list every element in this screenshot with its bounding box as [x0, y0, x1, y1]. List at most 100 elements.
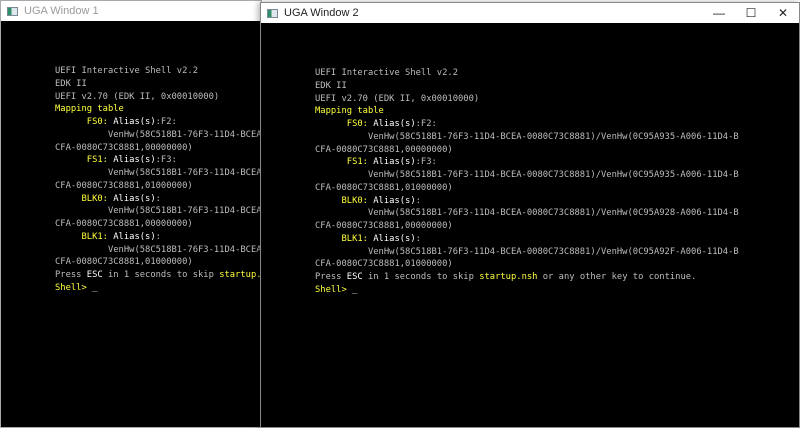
title-bar[interactable]: UGA Window 2 — ☐ ✕	[261, 3, 799, 23]
console-line: BLK0: Alias(s):	[55, 193, 261, 206]
console-line: UEFI Interactive Shell v2.2	[55, 65, 261, 78]
console-line: CFA-0080C73C8881,00000000)	[315, 220, 739, 233]
console-line: VenHw(58C518B1-76F3-11D4-BCEA-0080C73C88…	[55, 129, 261, 142]
console-text: :F2:	[155, 117, 177, 127]
close-button[interactable]: ✕	[767, 3, 799, 23]
console-text: EDK II	[55, 78, 87, 89]
console-text: BLK1:	[81, 231, 108, 242]
console-text: Alias(s)	[367, 233, 416, 244]
console-text: CFA-0080C73C8881,01000000)	[55, 257, 193, 268]
console-text: VenHw(58C518B1-76F3-11D4-BCEA-0080C73C88…	[315, 208, 739, 219]
console-text: Mapping table	[55, 104, 124, 115]
console-line: Press ESC in 1 seconds to skip startup.n…	[315, 271, 739, 284]
console-line: CFA-0080C73C8881,00000000)	[55, 218, 261, 231]
console-text: BLK0:	[341, 195, 368, 206]
shell-console[interactable]: UEFI Interactive Shell v2.2 EDK II UEFI v2…	[1, 22, 261, 427]
console-text: in 1 seconds to skip	[102, 270, 220, 280]
console-line: BLK1: Alias(s):	[315, 233, 739, 246]
console-text: :	[155, 231, 161, 242]
console-text: in 1 seconds to skip	[362, 272, 480, 282]
console-line: CFA-0080C73C8881,01000000)	[315, 182, 739, 195]
window-title: UGA Window 2	[284, 7, 359, 19]
app-icon	[7, 6, 18, 16]
title-bar[interactable]: UGA Window 1	[1, 1, 261, 21]
console-text: :	[415, 195, 421, 206]
console-text: VenHw(58C518B1-76F3-11D4-BCEA-0080C73C88…	[107, 168, 261, 178]
console-text: VenHw(58C518B1-76F3-11D4-BCEA-0080C73C88…	[315, 246, 739, 257]
console-text: Shell>	[315, 284, 353, 295]
console-text: BLK1:	[341, 233, 368, 244]
console-text: _	[352, 284, 358, 295]
maximize-button[interactable]: ☐	[735, 3, 767, 23]
console-text: _	[92, 282, 98, 293]
console-text: startup.nsh	[479, 272, 538, 282]
window-title: UGA Window 1	[24, 5, 99, 17]
uga-window-1[interactable]: UGA Window 1 UEFI Interactive Shell v2.2…	[0, 0, 262, 428]
console-line: UEFI v2.70 (EDK II, 0x00010000)	[315, 93, 739, 106]
console-text: CFA-0080C73C8881,00000000)	[315, 221, 453, 231]
console-text: EDK II	[315, 80, 347, 91]
console-text: Alias(s)	[367, 119, 416, 129]
console-text: ESC	[346, 272, 363, 282]
console-text: Alias(s)	[107, 193, 156, 204]
console-text: Alias(s)	[367, 195, 416, 206]
console-text: Shell>	[55, 282, 93, 293]
console-text: CFA-0080C73C8881,01000000)	[315, 182, 453, 193]
console-text: VenHw(58C518B1-76F3-11D4-BCEA-0080C73C88…	[107, 129, 261, 140]
console-text: :	[415, 233, 421, 244]
console-text: UEFI Interactive Shell v2.2	[315, 68, 458, 78]
console-text: UEFI v2.70 (EDK II, 0x00010000)	[315, 93, 480, 104]
console-line: EDK II	[315, 80, 739, 93]
console-line: UEFI Interactive Shell v2.2	[315, 67, 739, 80]
console-line: VenHw(58C518B1-76F3-11D4-BCEA-0080C73C88…	[55, 167, 261, 180]
console-text: ESC	[86, 270, 103, 280]
console-line: VenHw(58C518B1-76F3-11D4-BCEA-0080C73C88…	[315, 246, 739, 259]
console-text: or any other key to continue.	[537, 272, 697, 282]
console-line: Shell> _	[55, 282, 261, 295]
console-line: CFA-0080C73C8881,01000000)	[55, 180, 261, 193]
console-text: CFA-0080C73C8881,01000000)	[55, 180, 193, 191]
console-text: startup.nsh	[219, 270, 261, 280]
console-line: FS0: Alias(s):F2:	[315, 118, 739, 131]
console-lines: UEFI Interactive Shell v2.2 EDK II UEFI v2…	[55, 65, 261, 295]
console-text: Mapping table	[315, 106, 384, 117]
console-line: VenHw(58C518B1-76F3-11D4-BCEA-0080C73C88…	[55, 244, 261, 257]
shell-console[interactable]: UEFI Interactive Shell v2.2 EDK II UEFI v2…	[261, 24, 799, 427]
console-line: FS1: Alias(s):F3:	[55, 154, 261, 167]
console-text: FS1:	[346, 157, 368, 168]
console-text: :F2:	[415, 119, 437, 129]
console-line: CFA-0080C73C8881,01000000)	[55, 256, 261, 269]
console-line: Mapping table	[55, 103, 261, 116]
console-text: Alias(s)	[107, 117, 156, 127]
console-text: :F3:	[415, 157, 437, 168]
console-text: FS0:	[346, 119, 368, 129]
console-line: BLK1: Alias(s):	[55, 231, 261, 244]
console-text: :F3:	[155, 155, 177, 166]
console-text: Press	[315, 272, 347, 282]
console-line: UEFI v2.70 (EDK II, 0x00010000)	[55, 91, 261, 104]
console-line: EDK II	[55, 78, 261, 91]
console-lines: UEFI Interactive Shell v2.2 EDK II UEFI v2…	[315, 67, 739, 297]
console-line: FS1: Alias(s):F3:	[315, 156, 739, 169]
console-text: VenHw(58C518B1-76F3-11D4-BCEA-0080C73C88…	[107, 244, 261, 255]
console-line: VenHw(58C518B1-76F3-11D4-BCEA-0080C73C88…	[315, 169, 739, 182]
console-line: VenHw(58C518B1-76F3-11D4-BCEA-0080C73C88…	[315, 207, 739, 220]
console-text: CFA-0080C73C8881,00000000)	[315, 144, 453, 155]
console-text: CFA-0080C73C8881,01000000)	[315, 259, 453, 270]
console-text: Alias(s)	[367, 157, 416, 168]
console-text: VenHw(58C518B1-76F3-11D4-BCEA-0080C73C88…	[315, 170, 739, 180]
console-text: UEFI Interactive Shell v2.2	[55, 66, 198, 76]
console-text: :	[155, 193, 161, 204]
console-line: Shell> _	[315, 284, 739, 297]
console-text: UEFI v2.70 (EDK II, 0x00010000)	[55, 91, 220, 102]
minimize-button[interactable]: —	[703, 3, 735, 23]
console-line: Mapping table	[315, 105, 739, 118]
uga-window-2[interactable]: UGA Window 2 — ☐ ✕ UEFI Interactive Shel…	[260, 2, 800, 428]
